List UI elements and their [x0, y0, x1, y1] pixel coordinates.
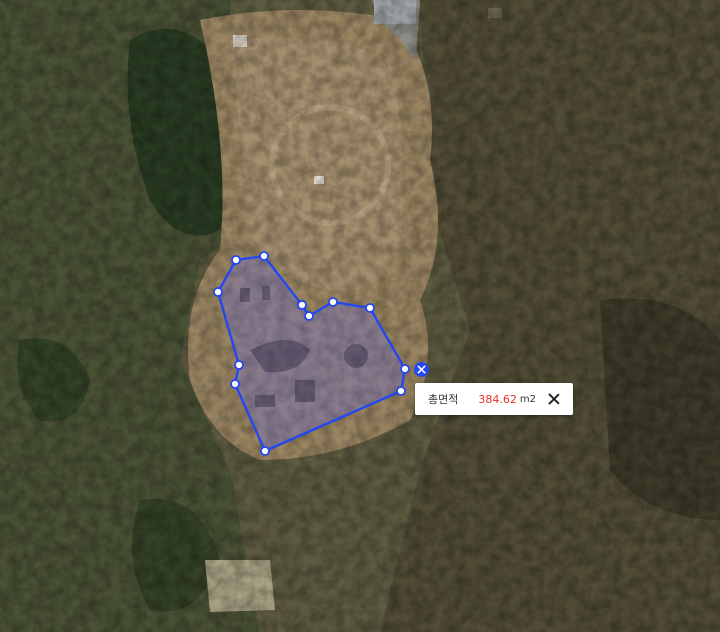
vertex[interactable] [365, 303, 375, 313]
x-circle-icon [417, 365, 426, 374]
delete-measurement-button[interactable] [414, 362, 429, 377]
satellite-map[interactable] [0, 0, 720, 632]
vertex[interactable] [396, 386, 406, 396]
vertex[interactable] [230, 379, 240, 389]
close-icon[interactable] [547, 392, 561, 406]
vertex[interactable] [234, 360, 244, 370]
vertex[interactable] [213, 287, 223, 297]
vertex[interactable] [297, 300, 307, 310]
vertex[interactable] [304, 311, 314, 321]
vertex[interactable] [231, 255, 241, 265]
total-area-value: 384.62 [478, 392, 517, 406]
vertex[interactable] [260, 446, 270, 456]
vertex[interactable] [259, 251, 269, 261]
vertex[interactable] [328, 297, 338, 307]
total-area-unit: m2 [519, 393, 536, 405]
area-measure-popup: 총면적 384.62 m2 [415, 383, 573, 415]
total-area-label: 총면적 [428, 393, 459, 406]
vertex[interactable] [400, 364, 410, 374]
